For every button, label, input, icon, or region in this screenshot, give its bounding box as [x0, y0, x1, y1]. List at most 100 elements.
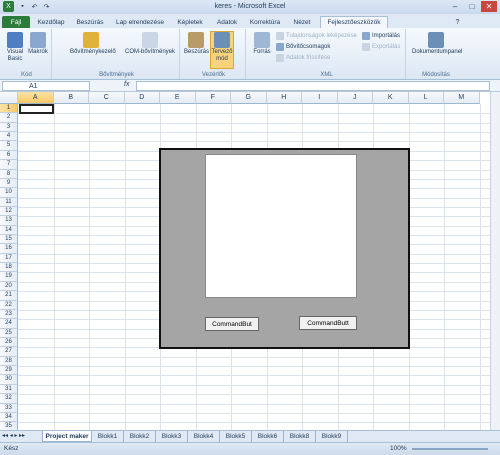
row-header[interactable]: 1	[0, 104, 18, 114]
row-header[interactable]: 33	[0, 403, 18, 413]
tab-home[interactable]: Kezdőlap	[33, 16, 69, 28]
visual-basic-icon	[7, 32, 23, 48]
expansion-packs-button[interactable]: Bővítőcsomagok	[276, 43, 330, 51]
column-header[interactable]: A	[18, 92, 54, 104]
minimize-icon[interactable]: –	[447, 1, 463, 12]
command-button-2[interactable]: CommandButt	[299, 316, 357, 330]
sheet-tab[interactable]: Blokk5	[220, 431, 252, 442]
sheet-tab[interactable]: Blokk9	[316, 431, 348, 442]
row-header[interactable]: 24	[0, 319, 18, 329]
row-header[interactable]: 10	[0, 188, 18, 198]
row-header[interactable]: 9	[0, 178, 18, 189]
row-header[interactable]: 12	[0, 206, 18, 217]
row-header[interactable]: 16	[0, 244, 18, 254]
sheet-tab[interactable]: Blokk6	[252, 431, 284, 442]
tab-developer[interactable]: Fejlesztőeszközök	[320, 16, 388, 28]
row-header[interactable]: 30	[0, 375, 18, 385]
select-all-corner[interactable]	[0, 92, 18, 104]
formula-input[interactable]	[136, 81, 490, 91]
row-header[interactable]: 4	[0, 132, 18, 142]
column-header[interactable]: I	[302, 92, 338, 104]
row-header[interactable]: 29	[0, 366, 18, 376]
macros-icon	[30, 32, 46, 48]
sheet-tab[interactable]: Blokk8	[284, 431, 316, 442]
row-header[interactable]: 5	[0, 141, 18, 151]
image-control[interactable]	[205, 154, 357, 298]
sheet-tab[interactable]: Project maker	[42, 431, 92, 442]
row-header[interactable]: 17	[0, 253, 18, 264]
tab-view[interactable]: Nézet	[288, 16, 316, 28]
design-mode-button[interactable]: Tervező mód	[210, 31, 234, 69]
column-header[interactable]: F	[195, 92, 231, 104]
command-button-1[interactable]: CommandBut	[205, 317, 259, 331]
tab-formulas[interactable]: Képletek	[172, 16, 208, 28]
row-header[interactable]: 11	[0, 197, 18, 207]
com-addins-button[interactable]: COM-bővítmények	[122, 32, 178, 56]
column-header[interactable]: K	[373, 92, 409, 104]
column-header[interactable]: M	[444, 92, 480, 104]
column-header[interactable]: B	[53, 92, 89, 104]
column-header[interactable]: E	[160, 92, 196, 104]
group-controls: Beszúrás Tervező mód Vezérlők	[182, 29, 246, 79]
row-header[interactable]: 26	[0, 338, 18, 348]
row-header[interactable]: 7	[0, 160, 18, 170]
row-header[interactable]: 28	[0, 356, 18, 367]
sheet-tab[interactable]: Blokk4	[188, 431, 220, 442]
row-header[interactable]: 27	[0, 347, 18, 357]
maximize-icon[interactable]: □	[464, 1, 480, 12]
row-header[interactable]: 15	[0, 235, 18, 245]
row-header[interactable]: 18	[0, 263, 18, 273]
selected-cell[interactable]	[19, 104, 54, 114]
column-header[interactable]: G	[231, 92, 267, 104]
import-button[interactable]: Importálás	[362, 32, 400, 40]
document-panel-button[interactable]: Dokumentumpanel	[412, 32, 462, 56]
column-header[interactable]: D	[124, 92, 160, 104]
row-header[interactable]: 19	[0, 272, 18, 282]
tab-review[interactable]: Korrektúra	[246, 16, 284, 28]
row-header[interactable]: 31	[0, 384, 18, 395]
tab-page-layout[interactable]: Lap elrendezése	[112, 16, 168, 28]
row-header[interactable]: 21	[0, 291, 18, 301]
sheet-tab[interactable]: Blokk2	[124, 431, 156, 442]
sheet-nav-arrows-icon[interactable]: ◂◂ ◂ ▸ ▸▸	[2, 432, 25, 439]
row-header[interactable]: 13	[0, 216, 18, 226]
userform-control-area[interactable]: CommandBut CommandButt	[159, 148, 410, 349]
insert-control-button[interactable]: Beszúrás	[184, 32, 209, 56]
column-header[interactable]: H	[266, 92, 302, 104]
tab-data[interactable]: Adatok	[212, 16, 242, 28]
visual-basic-button[interactable]: Visual Basic	[4, 32, 26, 63]
row-header[interactable]: 25	[0, 328, 18, 338]
source-button[interactable]: Forrás	[252, 32, 272, 56]
column-header[interactable]: J	[337, 92, 373, 104]
row-header[interactable]: 23	[0, 309, 18, 320]
sheet-tab[interactable]: Blokk3	[156, 431, 188, 442]
help-icon[interactable]: ?	[452, 17, 463, 28]
map-properties-button[interactable]: Tulajdonságok leképezése	[276, 32, 357, 40]
sheet-tab[interactable]: Blokk1	[92, 431, 124, 442]
tab-file[interactable]: Fájl	[2, 16, 30, 28]
row-header[interactable]: 6	[0, 150, 18, 161]
row-header[interactable]: 14	[0, 225, 18, 236]
row-header[interactable]: 20	[0, 281, 18, 292]
refresh-data-button[interactable]: Adatok frissítése	[276, 54, 330, 62]
column-header[interactable]: C	[89, 92, 125, 104]
row-header[interactable]: 32	[0, 394, 18, 404]
column-header[interactable]: L	[408, 92, 444, 104]
grid-line	[18, 394, 490, 396]
row-header[interactable]: 34	[0, 412, 18, 423]
macros-button[interactable]: Makrók	[28, 32, 48, 56]
vertical-scrollbar[interactable]	[490, 92, 500, 430]
row-header[interactable]: 3	[0, 122, 18, 133]
tab-insert[interactable]: Beszúrás	[72, 16, 108, 28]
row-header[interactable]: 2	[0, 113, 18, 123]
worksheet-grid[interactable]: A B C D E F G H I J K L M 1 2 3 4 5 6 7 8 9 10 11 12 13 14 15 16 17 18…	[0, 92, 490, 430]
close-icon[interactable]: ✕	[481, 1, 497, 12]
name-box[interactable]: A1	[2, 81, 90, 91]
row-header[interactable]: 35	[0, 422, 18, 430]
fx-icon[interactable]: fx	[124, 81, 129, 88]
row-header[interactable]: 22	[0, 300, 18, 310]
addin-manager-button[interactable]: Bővítménykezelő	[70, 32, 116, 56]
row-header[interactable]: 8	[0, 169, 18, 179]
export-button[interactable]: Exportálás	[362, 43, 400, 51]
zoom-slider[interactable]	[412, 448, 488, 450]
